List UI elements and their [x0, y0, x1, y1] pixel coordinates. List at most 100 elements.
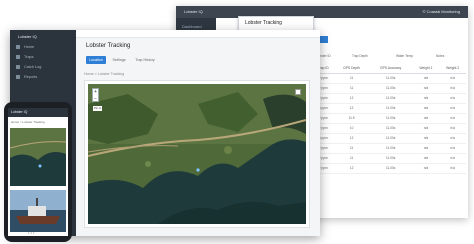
phone-app-title: Lobster IQ: [11, 110, 28, 114]
zoom-control: + −: [92, 88, 99, 102]
trap-icon: [16, 55, 20, 59]
tab-trap-history[interactable]: Trap History: [132, 56, 158, 64]
table-cell: n/a: [412, 153, 440, 164]
table-cell: n/a: [439, 83, 466, 94]
table-cell: 12: [334, 133, 369, 144]
phone-app-bar: Lobster IQ: [8, 108, 68, 117]
phone-device: Lobster IQ Home > Lobster Tracking • • •: [4, 102, 72, 242]
table-cell: 11.00s: [368, 93, 413, 104]
table-cell: 11.5: [334, 113, 369, 124]
back-user-label[interactable]: © Coastal Monitoring: [423, 9, 460, 14]
table-row[interactable]: 3 ppm 12 11.00s n/a n/a: [312, 133, 466, 144]
table-cell: n/a: [412, 103, 440, 114]
sidebar-item-label: Traps: [24, 55, 34, 59]
table-cell: n/a: [412, 163, 440, 174]
table-row[interactable]: 2 ppm 11.5 11.00s n/a n/a: [312, 113, 466, 124]
group-header: Water Temp: [396, 54, 414, 58]
table-cell: n/a: [412, 143, 440, 154]
column-header[interactable]: GPS Accuracy: [368, 64, 413, 74]
table-cell: 11.00s: [368, 73, 413, 84]
table-cell: 11.00s: [368, 123, 413, 134]
table-cell: n/a: [412, 73, 440, 84]
table-cell: 11.00s: [368, 83, 413, 94]
table-row[interactable]: 2 ppm 11 11.00s n/a n/a: [312, 73, 466, 84]
table-cell: 11: [334, 73, 369, 84]
table-cell: 12: [334, 163, 369, 174]
table-cell: n/a: [439, 143, 466, 154]
sidebar-item-label: Home: [24, 45, 35, 49]
fullscreen-icon[interactable]: [295, 89, 301, 95]
column-header[interactable]: Weight 1: [412, 64, 440, 74]
home-icon: [16, 45, 20, 49]
table-cell: 11.00s: [368, 103, 413, 114]
table-cell: n/a: [412, 83, 440, 94]
map-pin-label[interactable]: Pin A: [93, 106, 102, 111]
data-table: Trap ID GPS Depth GPS Accuracy Weight 1 …: [312, 64, 466, 174]
table-body: 2 ppm 11 11.00s n/a n/a 2 ppm 11 11.00s n/a n/a 2 …: [312, 73, 466, 174]
back-sidebar-item[interactable]: Dashboard: [182, 24, 202, 29]
phone-breadcrumb[interactable]: Home > Lobster Tracking: [11, 120, 45, 124]
boat-photo: [10, 190, 66, 232]
table-cell: n/a: [439, 163, 466, 174]
table-cell: n/a: [439, 103, 466, 114]
sidebar-item-home[interactable]: Home: [16, 44, 72, 51]
table-cell: n/a: [412, 133, 440, 144]
tab-settings[interactable]: Settings: [110, 56, 128, 64]
sidebar-item-traps[interactable]: Traps: [16, 54, 72, 61]
table-cell: n/a: [439, 73, 466, 84]
table-cell: 12: [334, 93, 369, 104]
sidebar-item-label: Reports: [24, 75, 38, 79]
map-imagery: [88, 84, 306, 224]
table-cell: 11.00s: [368, 113, 413, 124]
group-header: Trap Depth: [352, 54, 368, 58]
table-cell: 11: [334, 143, 369, 154]
table-cell: n/a: [412, 123, 440, 134]
sidebar-item-reports[interactable]: Reports: [16, 74, 72, 81]
table-cell: 11.00s: [368, 143, 413, 154]
table-row[interactable]: 2 ppm 11 11.00s n/a n/a: [312, 143, 466, 154]
table-row[interactable]: 2 ppm 10 11.00s n/a n/a: [312, 123, 466, 134]
table-row[interactable]: 2 ppm 11 11.00s n/a n/a: [312, 83, 466, 94]
page-title: Lobster Tracking: [86, 43, 131, 49]
sidebar-item-label: Catch Log: [24, 65, 42, 69]
back-topbar: Lobster IQ © Coastal Monitoring: [176, 6, 468, 18]
phone-map[interactable]: [10, 128, 66, 186]
table-cell: 11: [334, 153, 369, 164]
table-header-row: Trap ID GPS Depth GPS Accuracy Weight 1 …: [312, 64, 466, 74]
table-cell: 11: [334, 83, 369, 94]
list-icon: [16, 65, 20, 69]
table-cell: 10: [334, 123, 369, 134]
table-cell: n/a: [439, 153, 466, 164]
sidebar-item-catch-log[interactable]: Catch Log: [16, 64, 72, 71]
table-row[interactable]: 2 ppm 11 11.00s n/a n/a: [312, 153, 466, 164]
main-logo: Lobster IQ: [18, 34, 37, 39]
breadcrumb[interactable]: Home > Lobster Tracking: [84, 72, 124, 76]
table-cell: 11.00s: [368, 163, 413, 174]
table-cell: n/a: [412, 93, 440, 104]
zoom-out-button[interactable]: −: [93, 96, 98, 102]
table-cell: n/a: [439, 113, 466, 124]
column-header[interactable]: GPS Depth: [334, 64, 369, 74]
data-table-wrap: Trap ID GPS Depth GPS Accuracy Weight 1 …: [312, 64, 466, 174]
table-cell: 11.00s: [368, 153, 413, 164]
chart-icon: [16, 75, 20, 79]
content-topbar: [76, 30, 320, 38]
table-cell: 12: [334, 103, 369, 114]
popup-title: Lobster Tracking: [245, 20, 282, 26]
table-row[interactable]: 2 ppm 12 11.00s n/a n/a: [312, 93, 466, 104]
table-cell: n/a: [412, 113, 440, 124]
map-panel: + − Pin A: [84, 80, 310, 228]
carousel-dots[interactable]: • • •: [28, 230, 34, 235]
satellite-map[interactable]: + − Pin A: [88, 84, 306, 224]
back-logo: Lobster IQ: [184, 9, 203, 14]
table-cell: 11.00s: [368, 133, 413, 144]
table-row[interactable]: 3 ppm 12 11.00s n/a n/a: [312, 103, 466, 114]
table-row[interactable]: 2 ppm 12 11.00s n/a n/a: [312, 163, 466, 174]
table-group-header: Lobster ID Trap Depth Water Temp Notes: [312, 54, 466, 62]
table-cell: n/a: [439, 93, 466, 104]
group-header: Notes: [436, 54, 445, 58]
zoom-in-button[interactable]: +: [93, 89, 98, 95]
column-header[interactable]: Weight 2: [439, 64, 466, 74]
tab-location[interactable]: Location: [86, 56, 106, 64]
phone-screen: Lobster IQ Home > Lobster Tracking • • •: [8, 108, 68, 236]
